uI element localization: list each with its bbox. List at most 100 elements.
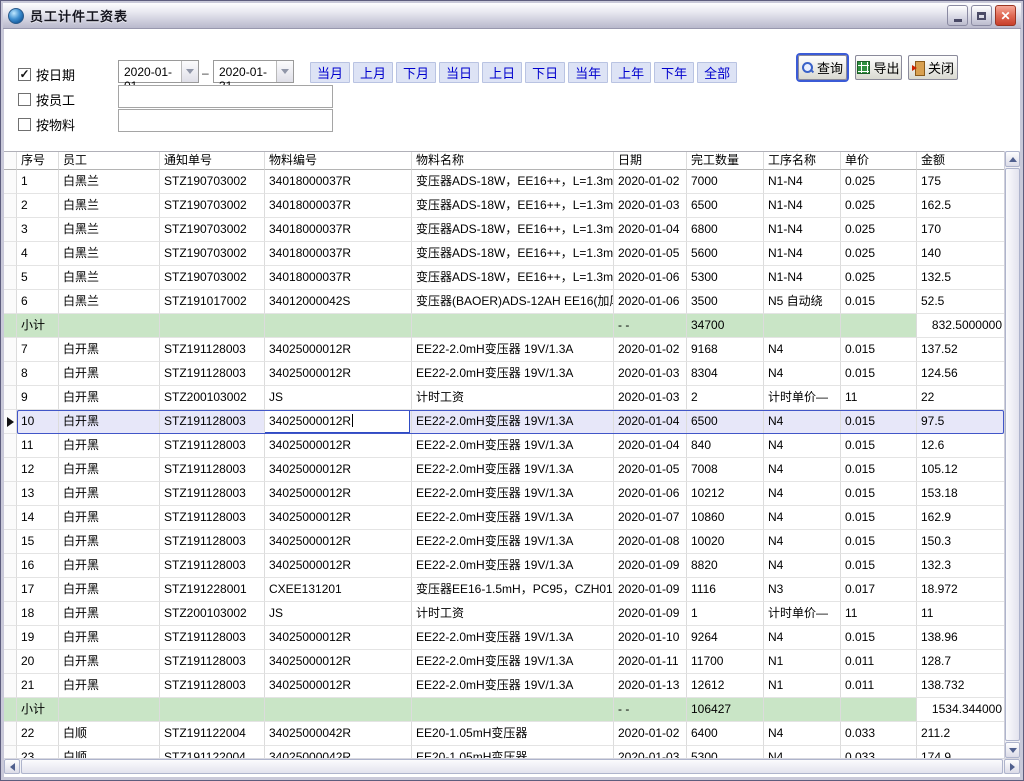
cell-mat[interactable]: 34018000037R xyxy=(265,266,412,290)
cell-notice[interactable]: STZ191122004 xyxy=(160,746,265,758)
cell-proc[interactable]: N1-N4 xyxy=(764,218,841,242)
table-row[interactable]: 17白开黑STZ191228001CXEE131201变压器EE16-1.5mH… xyxy=(4,578,1004,602)
table-row[interactable]: 12白开黑STZ19112800334025000012REE22-2.0mH变… xyxy=(4,458,1004,482)
quick-link-9[interactable]: 下年 xyxy=(654,62,694,83)
cell-emp[interactable]: 白开黑 xyxy=(59,506,160,530)
cell-price[interactable]: 0.015 xyxy=(841,290,917,314)
horizontal-scroll-thumb[interactable] xyxy=(21,759,1003,774)
cell-emp[interactable]: 白开黑 xyxy=(59,338,160,362)
cell-qty[interactable]: 2 xyxy=(687,386,764,410)
cell-mat[interactable]: 34025000012R xyxy=(265,362,412,386)
cell-date[interactable]: 2020-01-10 xyxy=(614,626,687,650)
cell-amount[interactable]: 174.9 xyxy=(917,746,1004,758)
cell-qty[interactable]: 7000 xyxy=(687,170,764,194)
cell-name[interactable]: 变压器ADS-18W，EE16++，L=1.3mm xyxy=(412,242,614,266)
cell-price[interactable]: 11 xyxy=(841,602,917,626)
close-button[interactable]: 关闭 xyxy=(908,55,958,80)
cell-amount[interactable]: 162.9 xyxy=(917,506,1004,530)
quick-link-7[interactable]: 当年 xyxy=(568,62,608,83)
table-row[interactable]: 7白开黑STZ19112800334025000012REE22-2.0mH变压… xyxy=(4,338,1004,362)
cell-price[interactable]: 0.033 xyxy=(841,746,917,758)
cell-notice[interactable]: STZ191017002 xyxy=(160,290,265,314)
cell-name[interactable]: 变压器ADS-18W，EE16++，L=1.3mm xyxy=(412,218,614,242)
cell-price[interactable]: 0.025 xyxy=(841,194,917,218)
maximize-button[interactable] xyxy=(971,5,992,26)
cell-name[interactable]: EE22-2.0mH变压器 19V/1.3A xyxy=(412,458,614,482)
cell-notice[interactable]: STZ191128003 xyxy=(160,434,265,458)
cell-name[interactable]: 变压器(BAOER)ADS-12AH EE16(加厚 xyxy=(412,290,614,314)
cell-notice[interactable]: STZ190703002 xyxy=(160,194,265,218)
cell-emp[interactable]: 白开黑 xyxy=(59,434,160,458)
cell-name[interactable]: EE22-2.0mH变压器 19V/1.3A xyxy=(412,482,614,506)
table-row[interactable]: 13白开黑STZ19112800334025000012REE22-2.0mH变… xyxy=(4,482,1004,506)
cell-price[interactable]: 0.015 xyxy=(841,410,917,434)
cell-proc[interactable]: N4 xyxy=(764,434,841,458)
cell-notice[interactable]: STZ191128003 xyxy=(160,458,265,482)
cell-price[interactable]: 0.017 xyxy=(841,578,917,602)
cell-emp[interactable] xyxy=(59,314,160,338)
close-window-button[interactable]: ✕ xyxy=(995,5,1016,26)
cell-name[interactable]: 变压器ADS-18W，EE16++，L=1.3mm xyxy=(412,194,614,218)
cell-proc[interactable]: N5 自动绕 xyxy=(764,290,841,314)
cell-emp[interactable]: 白黑兰 xyxy=(59,290,160,314)
cell-price[interactable]: 0.025 xyxy=(841,242,917,266)
table-row[interactable]: 21白开黑STZ19112800334025000012REE22-2.0mH变… xyxy=(4,674,1004,698)
column-header-date[interactable]: 日期 xyxy=(614,152,687,170)
query-button[interactable]: 查询 xyxy=(798,55,847,80)
cell-no[interactable]: 14 xyxy=(17,506,59,530)
cell-amount[interactable]: 12.6 xyxy=(917,434,1004,458)
cell-notice[interactable]: STZ191128003 xyxy=(160,650,265,674)
cell-name[interactable]: 计时工资 xyxy=(412,602,614,626)
cell-no[interactable]: 19 xyxy=(17,626,59,650)
table-row[interactable]: 18白开黑STZ200103002JS计时工资2020-01-091计时单价—1… xyxy=(4,602,1004,626)
cell-qty[interactable]: 7008 xyxy=(687,458,764,482)
subtotal-row[interactable]: 小计- -34700832.5000000 xyxy=(4,314,1004,338)
table-row[interactable]: 10白开黑STZ19112800334025000012REE22-2.0mH变… xyxy=(4,410,1004,434)
cell-no[interactable]: 10 xyxy=(17,410,59,434)
cell-emp[interactable]: 白黑兰 xyxy=(59,218,160,242)
cell-emp[interactable]: 白开黑 xyxy=(59,386,160,410)
cell-emp[interactable]: 白开黑 xyxy=(59,458,160,482)
cell-proc[interactable]: N4 xyxy=(764,626,841,650)
cell-emp[interactable]: 白开黑 xyxy=(59,578,160,602)
table-row[interactable]: 8白开黑STZ19112800334025000012REE22-2.0mH变压… xyxy=(4,362,1004,386)
cell-qty[interactable]: 1116 xyxy=(687,578,764,602)
cell-emp[interactable]: 白黑兰 xyxy=(59,266,160,290)
cell-date[interactable]: 2020-01-04 xyxy=(614,434,687,458)
quick-link-2[interactable]: 上月 xyxy=(353,62,393,83)
cell-price[interactable]: 0.015 xyxy=(841,458,917,482)
cell-qty[interactable]: 8304 xyxy=(687,362,764,386)
table-row[interactable]: 9白开黑STZ200103002JS计时工资2020-01-032计时单价—11… xyxy=(4,386,1004,410)
cell-price[interactable]: 0.015 xyxy=(841,434,917,458)
cell-proc[interactable]: N4 xyxy=(764,722,841,746)
cell-price[interactable] xyxy=(841,698,917,722)
table-row[interactable]: 14白开黑STZ19112800334025000012REE22-2.0mH变… xyxy=(4,506,1004,530)
cell-mat[interactable]: 34025000012R xyxy=(265,506,412,530)
cell-qty[interactable]: 10020 xyxy=(687,530,764,554)
cell-emp[interactable]: 白开黑 xyxy=(59,602,160,626)
cell-proc[interactable]: N1-N4 xyxy=(764,194,841,218)
cell-name[interactable]: EE22-2.0mH变压器 19V/1.3A xyxy=(412,434,614,458)
column-header-notice[interactable]: 通知单号 xyxy=(160,152,265,170)
column-header-mat[interactable]: 物料编号 xyxy=(265,152,412,170)
table-row[interactable]: 11白开黑STZ19112800334025000012REE22-2.0mH变… xyxy=(4,434,1004,458)
cell-emp[interactable]: 白开黑 xyxy=(59,554,160,578)
cell-date[interactable]: 2020-01-03 xyxy=(614,194,687,218)
cell-date[interactable]: 2020-01-11 xyxy=(614,650,687,674)
cell-notice[interactable]: STZ191128003 xyxy=(160,338,265,362)
cell-date[interactable]: 2020-01-06 xyxy=(614,482,687,506)
cell-mat[interactable]: 34018000037R xyxy=(265,242,412,266)
date-from-dropdown-button[interactable] xyxy=(181,61,198,82)
cell-amount[interactable]: 211.2 xyxy=(917,722,1004,746)
cell-qty[interactable]: 6500 xyxy=(687,194,764,218)
cell-qty[interactable]: 1 xyxy=(687,602,764,626)
cell-name[interactable]: EE22-2.0mH变压器 19V/1.3A xyxy=(412,554,614,578)
cell-mat[interactable]: 34025000012R xyxy=(265,674,412,698)
cell-date[interactable]: 2020-01-06 xyxy=(614,290,687,314)
cell-emp[interactable]: 白顺 xyxy=(59,722,160,746)
cell-mat[interactable]: 34025000012R xyxy=(265,458,412,482)
cell-no[interactable]: 18 xyxy=(17,602,59,626)
quick-link-4[interactable]: 当日 xyxy=(439,62,479,83)
scroll-left-button[interactable] xyxy=(4,759,20,774)
cell-date[interactable]: 2020-01-13 xyxy=(614,674,687,698)
